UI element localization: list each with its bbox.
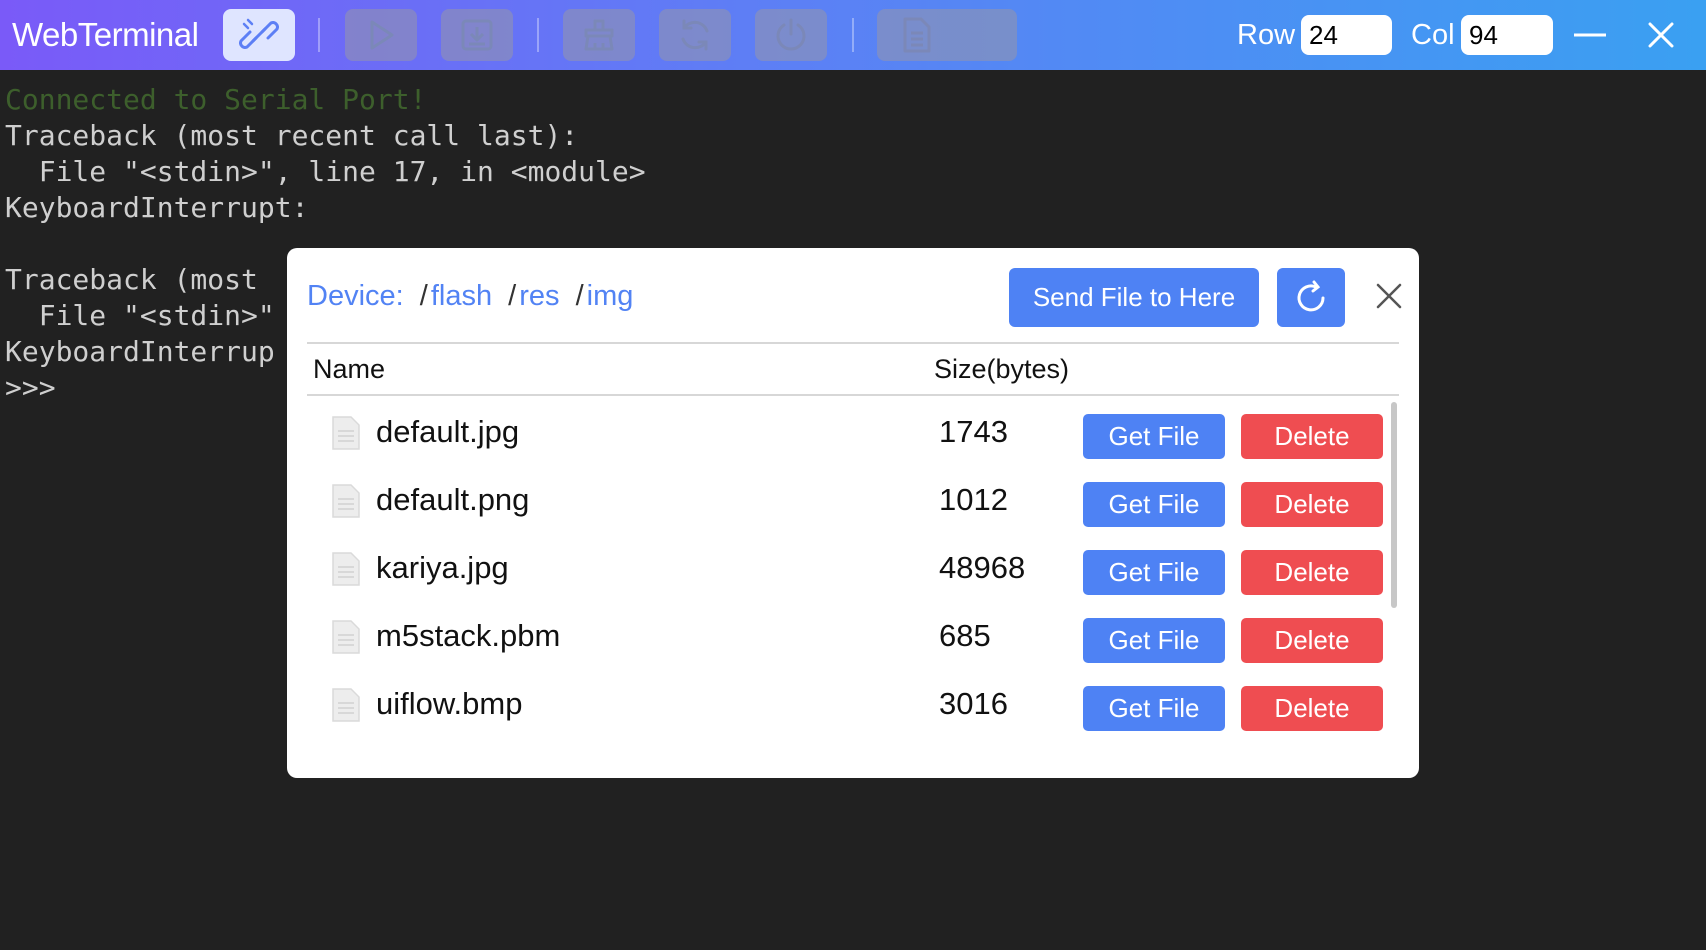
send-file-button[interactable]: Send File to Here bbox=[1009, 268, 1259, 327]
file-row: default.png 1012 Get File Delete bbox=[287, 470, 1419, 538]
terminal-line: Traceback (most bbox=[5, 263, 258, 296]
file-row: uiflow.bmp 3016 Get File Delete bbox=[287, 674, 1419, 742]
close-icon bbox=[1648, 22, 1674, 48]
file-name: m5stack.pbm bbox=[376, 618, 561, 653]
file-size: 3016 bbox=[939, 686, 1008, 721]
column-header-size: Size(bytes) bbox=[934, 354, 1070, 384]
toolbar-separator bbox=[318, 18, 320, 52]
clear-icon bbox=[584, 19, 614, 51]
file-row: kariya.jpg 48968 Get File Delete bbox=[287, 538, 1419, 606]
file-size: 685 bbox=[939, 618, 991, 653]
terminal-line: Traceback (most recent call last): bbox=[5, 119, 579, 152]
file-name: uiflow.bmp bbox=[376, 686, 523, 721]
delete-file-button[interactable]: Delete bbox=[1241, 618, 1383, 663]
get-file-button[interactable]: Get File bbox=[1083, 618, 1225, 663]
terminal-line: File "<stdin>" bbox=[5, 299, 275, 332]
file-icon bbox=[332, 552, 360, 586]
file-manager-button[interactable] bbox=[877, 9, 1017, 61]
file-manager-dialog: Device: / flash / res / img Send File to He… bbox=[287, 248, 1419, 778]
power-icon bbox=[776, 18, 806, 51]
terminal-line: Connected to Serial Port! bbox=[5, 83, 427, 116]
device-label: Device: bbox=[307, 280, 404, 312]
delete-file-button[interactable]: Delete bbox=[1241, 414, 1383, 459]
terminal-prompt: >>> bbox=[5, 371, 56, 404]
path-separator: / bbox=[575, 280, 584, 312]
col-label: Col bbox=[1411, 19, 1455, 51]
download-icon bbox=[461, 19, 493, 51]
file-size: 48968 bbox=[939, 550, 1026, 585]
file-row: default.jpg 1743 Get File Delete bbox=[287, 402, 1419, 470]
terminal-line: KeyboardInterrupt: bbox=[5, 191, 309, 224]
file-name: default.jpg bbox=[376, 414, 520, 449]
breadcrumb-item-img[interactable]: img bbox=[587, 280, 634, 312]
path-separator: / bbox=[508, 280, 517, 312]
col-input[interactable] bbox=[1461, 15, 1553, 55]
download-button[interactable] bbox=[441, 9, 513, 61]
file-icon bbox=[332, 688, 360, 722]
delete-file-button[interactable]: Delete bbox=[1241, 482, 1383, 527]
breadcrumb-item-flash[interactable]: flash bbox=[431, 280, 492, 312]
app-title: WebTerminal bbox=[12, 16, 199, 53]
row-input[interactable] bbox=[1301, 15, 1392, 55]
clear-button[interactable] bbox=[563, 9, 635, 61]
terminal-line: KeyboardInterrup bbox=[5, 335, 275, 368]
path-separator: / bbox=[419, 280, 428, 312]
divider bbox=[307, 394, 1399, 396]
connect-button[interactable] bbox=[223, 9, 295, 61]
power-button[interactable] bbox=[755, 9, 827, 61]
toolbar-separator bbox=[852, 18, 854, 52]
run-button[interactable] bbox=[345, 9, 417, 61]
play-icon bbox=[370, 20, 394, 50]
top-bar: WebTerminal Row 24 Col 94 bbox=[0, 0, 1706, 70]
file-name: default.png bbox=[376, 482, 530, 517]
file-size: 1012 bbox=[939, 482, 1008, 517]
file-row: m5stack.pbm 685 Get File Delete bbox=[287, 606, 1419, 674]
breadcrumb: Device: / flash / res / img bbox=[307, 280, 633, 313]
delete-file-button[interactable]: Delete bbox=[1241, 550, 1383, 595]
delete-file-button[interactable]: Delete bbox=[1241, 686, 1383, 731]
refresh-files-button[interactable] bbox=[1277, 268, 1345, 327]
file-name: kariya.jpg bbox=[376, 550, 509, 585]
get-file-button[interactable]: Get File bbox=[1083, 414, 1225, 459]
get-file-button[interactable]: Get File bbox=[1083, 686, 1225, 731]
terminal-line: File "<stdin>", line 17, in <module> bbox=[5, 155, 646, 188]
get-file-button[interactable]: Get File bbox=[1083, 482, 1225, 527]
row-label: Row bbox=[1237, 19, 1296, 51]
minimize-icon bbox=[1574, 33, 1606, 37]
close-window-button[interactable] bbox=[1637, 10, 1685, 60]
file-icon bbox=[903, 17, 931, 53]
scrollbar[interactable] bbox=[1391, 402, 1397, 608]
file-icon bbox=[332, 416, 360, 450]
breadcrumb-item-res[interactable]: res bbox=[519, 280, 559, 312]
divider bbox=[307, 342, 1399, 344]
toolbar-separator bbox=[537, 18, 539, 52]
file-size: 1743 bbox=[939, 414, 1008, 449]
column-header-name: Name bbox=[313, 354, 386, 384]
minimize-button[interactable] bbox=[1566, 10, 1614, 60]
file-icon bbox=[332, 484, 360, 518]
close-dialog-button[interactable] bbox=[1367, 274, 1411, 318]
reset-button[interactable] bbox=[659, 9, 731, 61]
refresh-icon bbox=[681, 19, 709, 51]
link-icon bbox=[239, 18, 279, 49]
file-icon bbox=[332, 620, 360, 654]
close-icon bbox=[1376, 283, 1402, 309]
get-file-button[interactable]: Get File bbox=[1083, 550, 1225, 595]
refresh-icon bbox=[1297, 280, 1325, 311]
